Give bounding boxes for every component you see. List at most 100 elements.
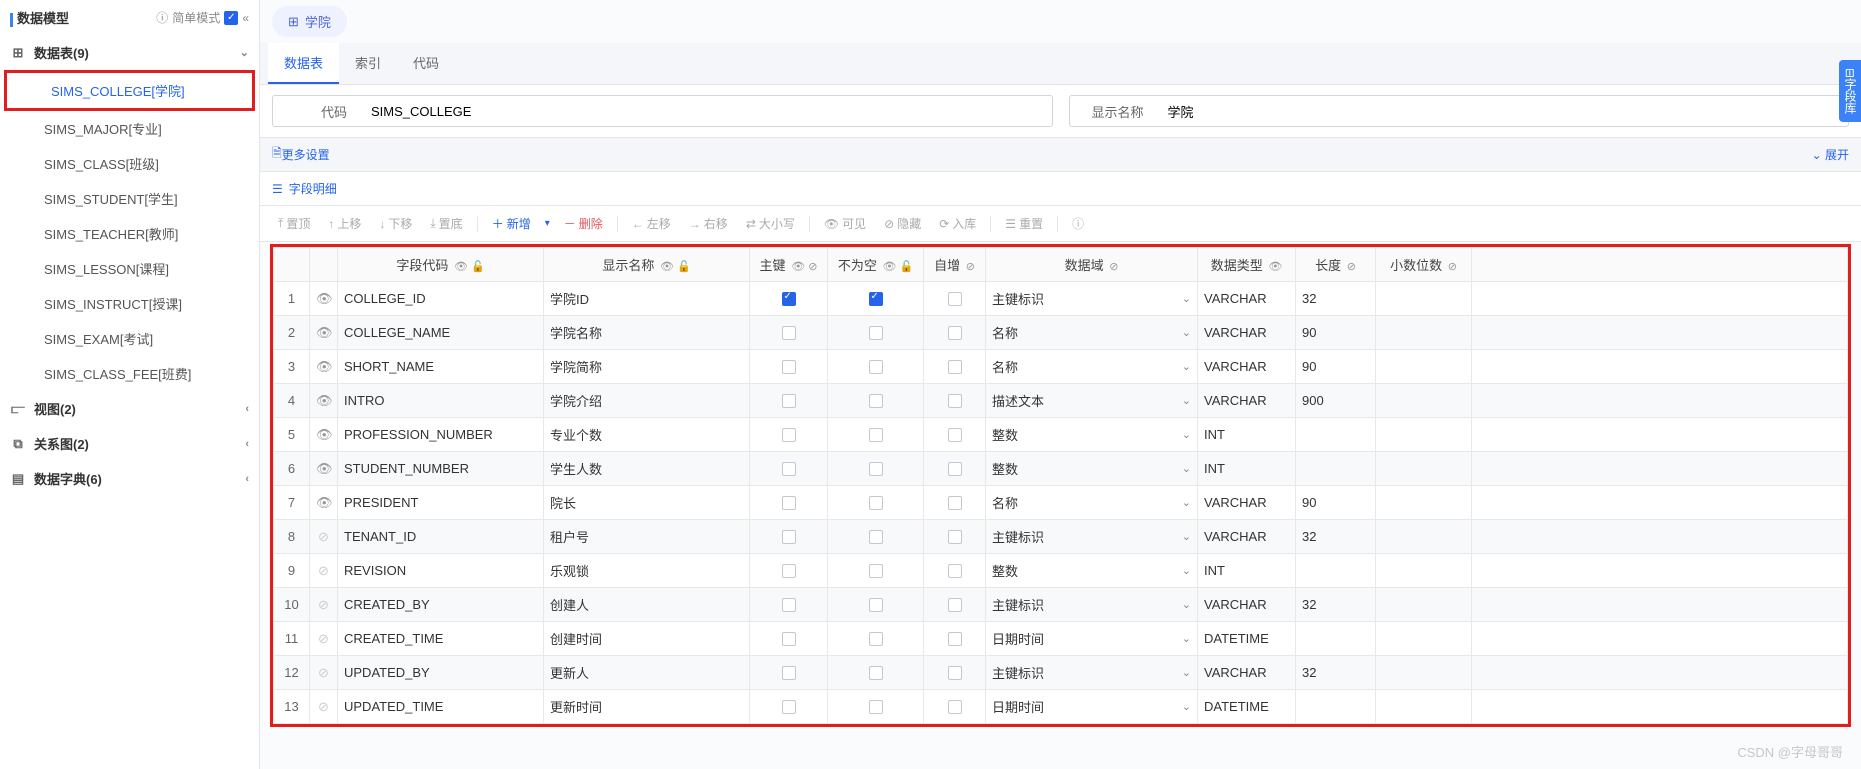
checkbox[interactable]	[869, 700, 883, 714]
display-name-cell[interactable]: 学院简称	[544, 350, 750, 384]
checkbox[interactable]	[869, 598, 883, 612]
btn-up[interactable]: ↑ 上移	[320, 212, 369, 235]
checkbox[interactable]	[869, 326, 883, 340]
notnull-cell[interactable]	[828, 452, 924, 486]
sidebar-item-table[interactable]: SIMS_COLLEGE[学院]	[7, 73, 252, 108]
checkbox[interactable]	[782, 598, 796, 612]
btn-right[interactable]: → 右移	[681, 212, 736, 235]
visibility-toggle[interactable]: 👁	[310, 486, 338, 520]
type-cell[interactable]: INT	[1198, 554, 1296, 588]
chevron-down-icon[interactable]: ⌄	[1182, 394, 1191, 407]
field-code-cell[interactable]: PROFESSION_NUMBER	[338, 418, 544, 452]
domain-cell[interactable]: 主键标识⌄	[986, 520, 1198, 554]
checkbox[interactable]	[869, 462, 883, 476]
btn-visible[interactable]: 👁 可见	[816, 212, 874, 235]
btn-top[interactable]: ⤒ 置顶	[270, 212, 318, 235]
name-input[interactable]	[1160, 98, 1849, 125]
code-input[interactable]	[363, 98, 1052, 125]
col-auto-increment[interactable]: 自增 ⊘	[924, 248, 986, 282]
field-code-cell[interactable]: UPDATED_BY	[338, 656, 544, 690]
tab-code[interactable]: 代码	[397, 43, 455, 84]
col-primary-key[interactable]: 主键 👁 ⊘	[750, 248, 828, 282]
display-name-cell[interactable]: 学院ID	[544, 282, 750, 316]
length-cell[interactable]: 32	[1296, 588, 1376, 622]
btn-case[interactable]: ⇄ 大小写	[738, 212, 803, 235]
visibility-toggle[interactable]: 👁	[310, 350, 338, 384]
btn-bottom[interactable]: ⤓ 置底	[422, 212, 470, 235]
length-cell[interactable]: 900	[1296, 384, 1376, 418]
checkbox[interactable]	[948, 360, 962, 374]
checkbox[interactable]	[782, 530, 796, 544]
autoinc-cell[interactable]	[924, 282, 986, 316]
table-row[interactable]: 4👁INTRO学院介绍描述文本⌄VARCHAR900	[274, 384, 1848, 418]
visibility-toggle[interactable]: ⊘	[310, 554, 338, 588]
chevron-down-icon[interactable]: ⌄	[1182, 292, 1191, 305]
pk-cell[interactable]	[750, 418, 828, 452]
checkbox[interactable]	[948, 598, 962, 612]
checkbox[interactable]	[869, 496, 883, 510]
notnull-cell[interactable]	[828, 384, 924, 418]
field-code-cell[interactable]: PRESIDENT	[338, 486, 544, 520]
col-domain[interactable]: 数据域 ⊘	[986, 248, 1198, 282]
table-row[interactable]: 12⊘UPDATED_BY更新人主键标识⌄VARCHAR32	[274, 656, 1848, 690]
checkbox[interactable]	[948, 292, 962, 306]
checkbox[interactable]	[782, 632, 796, 646]
checkbox[interactable]	[782, 700, 796, 714]
sidebar-group-views[interactable]: ⫍ 视图(2) ‹	[0, 391, 259, 426]
pk-cell[interactable]	[750, 520, 828, 554]
btn-reset[interactable]: ☰ 重置	[997, 212, 1051, 235]
sidebar-item-table[interactable]: SIMS_MAJOR[专业]	[0, 111, 259, 146]
chevron-down-icon[interactable]: ⌄	[1182, 428, 1191, 441]
pk-cell[interactable]	[750, 384, 828, 418]
domain-cell[interactable]: 整数⌄	[986, 418, 1198, 452]
field-code-cell[interactable]: STUDENT_NUMBER	[338, 452, 544, 486]
simple-mode-checkbox[interactable]: ✓	[224, 11, 238, 25]
type-cell[interactable]: VARCHAR	[1198, 486, 1296, 520]
breadcrumb-pill[interactable]: ⊞ 学院	[272, 6, 347, 37]
domain-cell[interactable]: 主键标识⌄	[986, 588, 1198, 622]
field-code-cell[interactable]: CREATED_TIME	[338, 622, 544, 656]
visibility-toggle[interactable]: 👁	[310, 282, 338, 316]
table-row[interactable]: 13⊘UPDATED_TIME更新时间日期时间⌄DATETIME	[274, 690, 1848, 724]
col-length[interactable]: 长度 ⊘	[1296, 248, 1376, 282]
collapse-sidebar-icon[interactable]: «	[242, 11, 249, 25]
decimal-cell[interactable]	[1376, 282, 1472, 316]
expand-button[interactable]: ⌄ 展开	[1812, 146, 1849, 163]
chevron-down-icon[interactable]: ⌄	[1182, 700, 1191, 713]
sidebar-item-table[interactable]: SIMS_CLASS[班级]	[0, 146, 259, 181]
pk-cell[interactable]	[750, 588, 828, 622]
chevron-down-icon[interactable]: ⌄	[1182, 530, 1191, 543]
table-row[interactable]: 5👁PROFESSION_NUMBER专业个数整数⌄INT	[274, 418, 1848, 452]
tab-data-table[interactable]: 数据表	[268, 43, 339, 84]
autoinc-cell[interactable]	[924, 350, 986, 384]
autoinc-cell[interactable]	[924, 690, 986, 724]
length-cell[interactable]: 32	[1296, 520, 1376, 554]
checkbox[interactable]	[782, 564, 796, 578]
display-name-cell[interactable]: 更新人	[544, 656, 750, 690]
checkbox[interactable]	[948, 700, 962, 714]
autoinc-cell[interactable]	[924, 418, 986, 452]
display-name-cell[interactable]: 学院名称	[544, 316, 750, 350]
chevron-down-icon[interactable]: ⌄	[1182, 496, 1191, 509]
checkbox[interactable]	[869, 632, 883, 646]
domain-cell[interactable]: 主键标识⌄	[986, 656, 1198, 690]
sidebar-group-dict[interactable]: ▤ 数据字典(6) ‹	[0, 461, 259, 496]
notnull-cell[interactable]	[828, 282, 924, 316]
sidebar-item-table[interactable]: SIMS_CLASS_FEE[班费]	[0, 356, 259, 391]
table-row[interactable]: 8⊘TENANT_ID租户号主键标识⌄VARCHAR32	[274, 520, 1848, 554]
checkbox[interactable]	[782, 360, 796, 374]
visibility-toggle[interactable]: ⊘	[310, 588, 338, 622]
col-field-code[interactable]: 字段代码 👁 🔓	[338, 248, 544, 282]
autoinc-cell[interactable]	[924, 554, 986, 588]
notnull-cell[interactable]	[828, 554, 924, 588]
autoinc-cell[interactable]	[924, 486, 986, 520]
checkbox[interactable]	[948, 632, 962, 646]
chevron-down-icon[interactable]: ⌄	[1182, 462, 1191, 475]
visibility-toggle[interactable]: ⊘	[310, 656, 338, 690]
domain-cell[interactable]: 日期时间⌄	[986, 690, 1198, 724]
type-cell[interactable]: VARCHAR	[1198, 520, 1296, 554]
checkbox[interactable]	[869, 666, 883, 680]
tab-index[interactable]: 索引	[339, 43, 397, 84]
type-cell[interactable]: VARCHAR	[1198, 282, 1296, 316]
field-code-cell[interactable]: REVISION	[338, 554, 544, 588]
